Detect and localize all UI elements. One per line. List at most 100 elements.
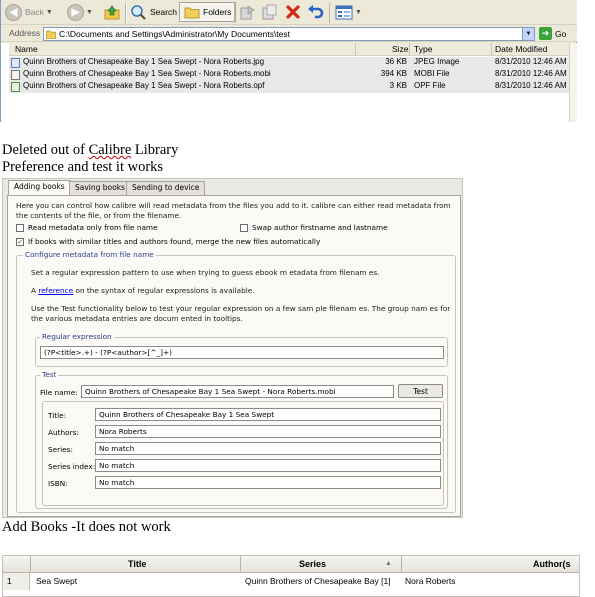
table-row[interactable]: 1 Sea Swept Quinn Brothers of Chesapeake… — [3, 573, 579, 590]
file-list: Name Size Type Date Modified Quinn Broth… — [1, 43, 577, 122]
move-to-button[interactable] — [239, 1, 256, 23]
address-path: C:\Documents and Settings\Administrator\… — [59, 29, 291, 39]
result-series-index-field: No match — [95, 459, 441, 472]
group-title: Regular expression — [40, 332, 114, 341]
search-label: Search — [150, 7, 177, 17]
column-date-modified[interactable]: Date Modified — [495, 44, 547, 54]
column-divider — [240, 556, 241, 573]
checkbox-box — [16, 223, 24, 232]
column-divider — [491, 43, 492, 55]
file-row[interactable]: Quinn Brothers of Chesapeake Bay 1 Sea S… — [9, 69, 569, 81]
regex-group: Regular expression (?P<title>.+) - (?P<a… — [35, 332, 448, 367]
back-button[interactable]: ◀ Back ▼ — [5, 1, 53, 23]
back-label: Back — [25, 7, 44, 17]
forward-button[interactable]: ▶ ▼ — [67, 1, 93, 23]
column-divider — [30, 556, 31, 573]
sort-indicator-icon: ▲ — [385, 560, 392, 567]
mobi-file-icon — [11, 70, 20, 80]
result-label-series: Series: — [48, 445, 73, 454]
file-row[interactable]: Quinn Brothers of Chesapeake Bay 1 Sea S… — [9, 81, 569, 93]
reference-suffix: on the syntax of regular expressions is … — [73, 286, 255, 295]
swap-author-checkbox[interactable]: Swap author firstname and lastname — [240, 223, 388, 232]
group-title: Test — [40, 370, 59, 379]
caption-preference: Preference and test it works — [2, 159, 164, 175]
reference-link[interactable]: reference — [38, 286, 73, 295]
checkbox-box — [240, 223, 248, 232]
test-results-group: Title: Quinn Brothers of Chesapeake Bay … — [42, 401, 444, 506]
book-author: Nora Roberts — [405, 576, 456, 586]
folders-button[interactable]: Folders — [179, 2, 237, 22]
address-label: Address — [9, 28, 41, 38]
go-button[interactable]: ➜ Go — [539, 27, 566, 40]
read-filename-checkbox[interactable]: Read metadata only from file name — [16, 223, 158, 232]
file-list-header: Name Size Type Date Modified — [9, 43, 577, 56]
folders-label: Folders — [203, 7, 232, 17]
search-button[interactable]: Search — [130, 1, 177, 23]
file-name-input[interactable]: Quinn Brothers of Chesapeake Bay 1 Sea S… — [81, 385, 394, 398]
file-date: 8/31/2010 12:46 AM — [495, 69, 567, 78]
file-row[interactable]: Quinn Brothers of Chesapeake Bay 1 Sea S… — [9, 57, 569, 69]
folder-icon — [184, 7, 200, 19]
column-series[interactable]: Series — [299, 559, 326, 569]
result-label-isbn: ISBN: — [48, 479, 68, 488]
move-to-icon — [240, 4, 255, 19]
copy-to-icon — [262, 4, 277, 19]
result-series-field: No match — [95, 442, 441, 455]
undo-icon — [308, 5, 324, 19]
tab-sending-to-device[interactable]: Sending to device — [126, 181, 206, 195]
chevron-down-icon: ▼ — [355, 8, 362, 16]
forward-arrow-icon: ▶ — [67, 3, 84, 21]
book-series: Quinn Brothers of Chesapeake Bay [1] — [245, 576, 391, 586]
undo-button[interactable] — [307, 1, 325, 23]
search-icon — [131, 4, 146, 20]
up-folder-button[interactable] — [104, 1, 121, 23]
checkbox-label: Read metadata only from file name — [28, 223, 158, 232]
chevron-down-icon: ▼ — [45, 8, 53, 16]
reference-text: A reference on the syntax of regular exp… — [31, 286, 451, 296]
tab-pane-adding-books: Here you can control how calibre will re… — [7, 195, 461, 517]
intro-text: Here you can control how calibre will re… — [16, 201, 451, 220]
delete-x-icon — [286, 5, 300, 19]
delete-button[interactable] — [285, 1, 301, 23]
books-table: Title Series ▲ Author(s 1 Sea Swept Quin… — [2, 555, 580, 597]
test-button[interactable]: Test — [398, 384, 443, 398]
checkbox-label: Swap author firstname and lastname — [252, 223, 388, 232]
file-date: 8/31/2010 12:46 AM — [495, 57, 567, 66]
column-type[interactable]: Type — [414, 44, 432, 54]
address-bar: Address C:\Documents and Settings\Admini… — [1, 25, 577, 42]
copy-to-button[interactable] — [261, 1, 278, 23]
column-divider — [409, 43, 410, 55]
caption-text: Library — [131, 142, 179, 158]
result-label-series-index: Series index: — [48, 462, 96, 471]
merge-books-checkbox[interactable]: ✓ If books with similar titles and autho… — [16, 237, 320, 246]
result-label-authors: Authors: — [48, 428, 79, 437]
tab-saving-books[interactable]: Saving books — [69, 181, 131, 195]
opf-file-icon — [11, 82, 20, 92]
file-type: MOBI File — [414, 69, 450, 78]
address-dropdown-button[interactable]: ▼ — [522, 28, 534, 40]
column-title[interactable]: Title — [128, 559, 146, 569]
file-name: Quinn Brothers of Chesapeake Bay 1 Sea S… — [23, 81, 265, 90]
vertical-scrollbar[interactable] — [569, 43, 577, 122]
file-name-label: File name: — [40, 388, 78, 397]
result-authors-field: Nora Roberts — [95, 425, 441, 438]
explorer-window: ◀ Back ▼ ▶ ▼ Search Folders ▼ Address C:… — [0, 0, 577, 122]
address-input[interactable]: C:\Documents and Settings\Administrator\… — [43, 27, 535, 41]
caption-text: Deleted out of — [2, 142, 89, 158]
views-button[interactable]: ▼ — [335, 1, 362, 23]
checkbox-label: If books with similar titles and authors… — [28, 237, 321, 246]
result-label-title: Title: — [48, 411, 67, 420]
books-table-header: Title Series ▲ Author(s — [3, 556, 579, 573]
caption-add-books: Add Books -It does not work — [2, 519, 171, 535]
up-folder-icon — [104, 4, 120, 19]
file-size: 394 KB — [380, 69, 407, 78]
column-size[interactable]: Size — [392, 44, 409, 54]
result-isbn-field: No match — [95, 476, 441, 489]
column-name[interactable]: Name — [15, 44, 38, 54]
file-type: OPF File — [414, 81, 446, 90]
tab-adding-books[interactable]: Adding books — [8, 180, 71, 195]
regex-input[interactable]: (?P<title>.+) - (?P<author>[^_]+) — [40, 346, 444, 359]
column-authors[interactable]: Author(s — [533, 559, 571, 569]
test-group: Test File name: Quinn Brothers of Chesap… — [35, 370, 448, 509]
chevron-down-icon: ▼ — [525, 31, 532, 37]
